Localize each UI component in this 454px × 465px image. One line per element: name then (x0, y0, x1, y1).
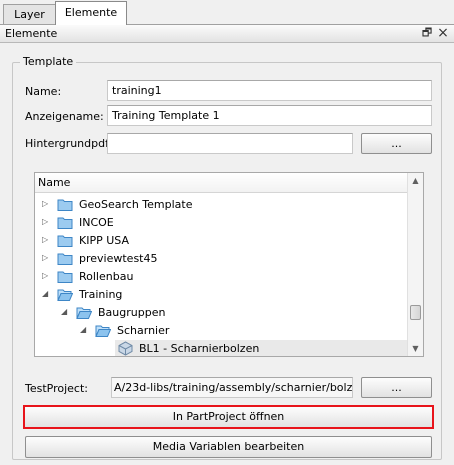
tree-item[interactable]: ◢ Training (35, 286, 407, 304)
tree-item[interactable]: ◢ Baugruppen (35, 304, 407, 322)
name-field[interactable]: training1 (107, 80, 432, 101)
folder-icon (57, 217, 73, 229)
scroll-thumb[interactable] (410, 305, 421, 320)
tree-item[interactable]: ▷ previewtest45 (35, 250, 407, 268)
tree-item[interactable]: ▷ KIPP USA (35, 232, 407, 250)
tree-item[interactable]: ▷ GeoSearch Template (35, 196, 407, 214)
expand-icon[interactable]: ▷ (42, 253, 50, 263)
tree-item-label: Scharnier (117, 324, 170, 337)
collapse-icon[interactable]: ◢ (61, 307, 69, 317)
display-name-label: Anzeigename: (25, 110, 104, 123)
tree-item-label: BL1 - Scharnierbolzen (139, 342, 260, 355)
tree-item-selected[interactable]: BL1 - Scharnierbolzen (115, 340, 407, 356)
testproject-label: TestProject: (25, 382, 89, 395)
collapse-icon[interactable]: ◢ (42, 289, 50, 299)
tree-item-label: GeoSearch Template (79, 198, 193, 211)
open-folder-icon (57, 289, 73, 301)
expand-icon[interactable]: ▷ (42, 217, 50, 227)
tree-item-label: Rollenbau (79, 270, 134, 283)
tab-elemente[interactable]: Elemente (55, 1, 127, 25)
part-icon (118, 341, 133, 356)
tab-bar: Layer Elemente (0, 0, 454, 25)
scroll-up-icon[interactable]: ▲ (408, 173, 423, 188)
restore-icon[interactable]: 🗗 (421, 27, 433, 39)
close-icon[interactable]: × (437, 26, 449, 40)
folder-icon (57, 199, 73, 211)
testproject-browse-button[interactable]: ... (361, 377, 432, 398)
collapse-icon[interactable]: ◢ (80, 325, 88, 335)
tree-scrollbar[interactable]: ▲ ▼ (407, 173, 423, 356)
folder-icon (57, 235, 73, 247)
open-folder-icon (95, 325, 111, 337)
tree-item-label: KIPP USA (79, 234, 129, 247)
tree-item-label: INCOE (79, 216, 114, 229)
testproject-field[interactable]: A/23d-libs/training/assembly/scharnier/b… (111, 377, 353, 398)
tree-item[interactable]: ◢ Scharnier (35, 322, 407, 340)
tree-item-label: previewtest45 (79, 252, 158, 265)
open-partproject-button[interactable]: In PartProject öffnen (23, 405, 434, 429)
folder-icon (57, 271, 73, 283)
background-pdf-browse-button[interactable]: ... (361, 133, 432, 154)
template-tree[interactable]: Name ▷ GeoSearch Template ▷ INCOE ▷ KIPP… (34, 172, 424, 357)
expand-icon[interactable]: ▷ (42, 199, 50, 209)
tree-item-label: Training (79, 288, 123, 301)
background-pdf-field[interactable] (107, 133, 353, 154)
tree-column-header[interactable]: Name (35, 173, 407, 193)
media-variables-button[interactable]: Media Variablen bearbeiten (25, 436, 432, 458)
tree-item[interactable]: ▷ INCOE (35, 214, 407, 232)
open-folder-icon (76, 307, 92, 319)
tree-item[interactable]: ▷ Rollenbau (35, 268, 407, 286)
tree-item-label: Baugruppen (98, 306, 166, 319)
display-name-field[interactable]: Training Template 1 (107, 105, 432, 126)
background-pdf-label: Hintergrundpdf: (25, 137, 113, 150)
folder-icon (57, 253, 73, 265)
expand-icon[interactable]: ▷ (42, 235, 50, 245)
panel-title-bar: Elemente 🗗 × (0, 25, 454, 43)
panel-title: Elemente (5, 27, 58, 40)
template-group-title: Template (20, 55, 77, 68)
tab-layer[interactable]: Layer (3, 4, 56, 24)
expand-icon[interactable]: ▷ (42, 271, 50, 281)
scroll-down-icon[interactable]: ▼ (408, 341, 423, 356)
name-label: Name: (25, 85, 62, 98)
